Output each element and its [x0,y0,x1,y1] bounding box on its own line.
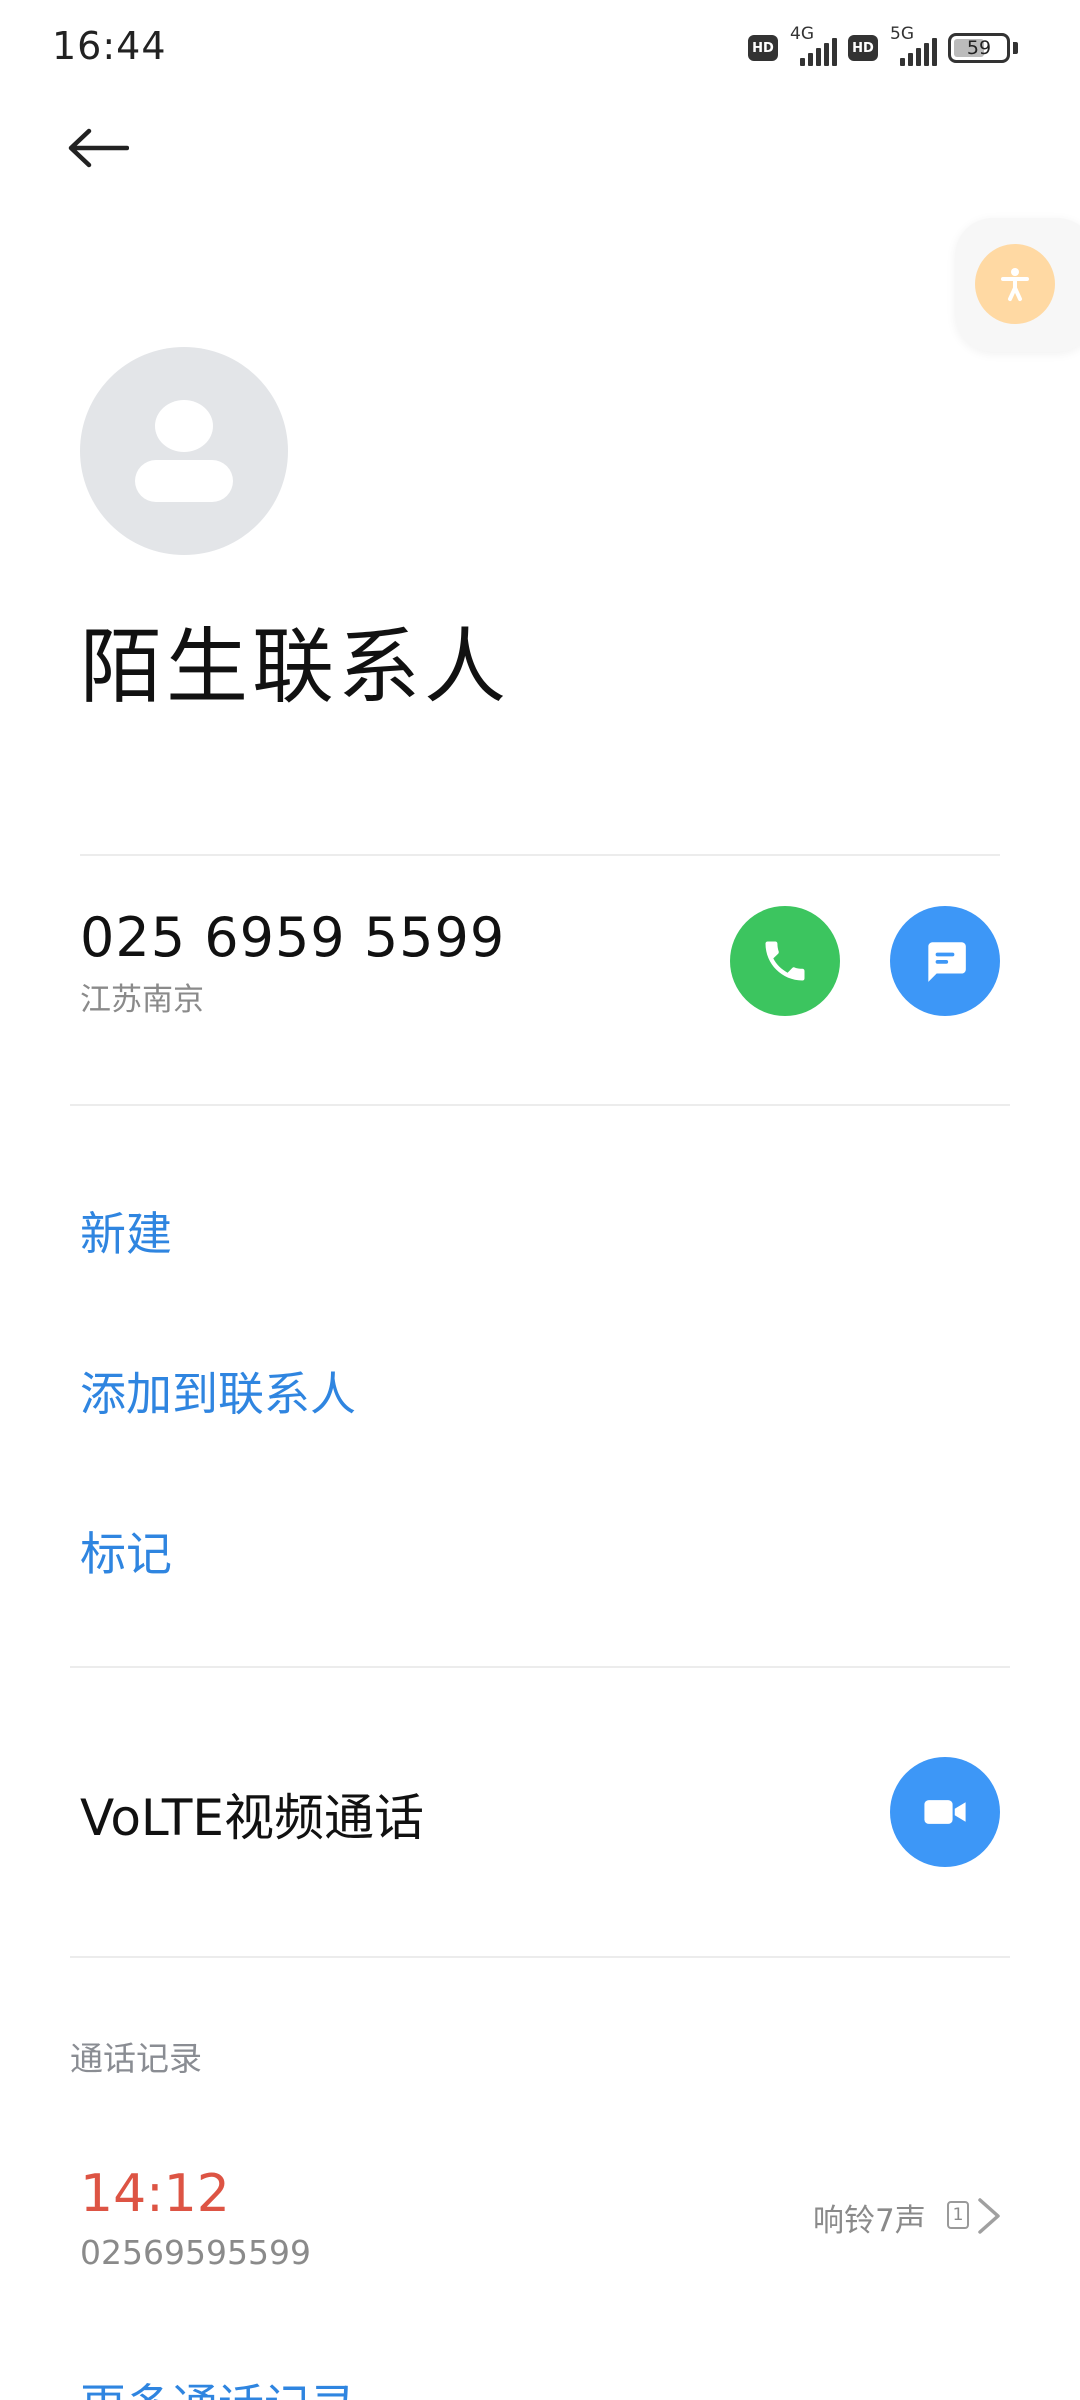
signal-sim2-icon: 5G [890,24,937,68]
call-log-ring-detail: 响铃7声 [813,2203,926,2239]
battery-icon: 59 [948,33,1010,63]
person-icon [155,400,213,452]
volte-video-call-label: VoLTE视频通话 [80,1789,425,1847]
mark-button[interactable]: 标记 [80,1518,172,1584]
avatar [80,347,288,555]
call-log-section-title: 通话记录 [70,2039,202,2078]
call-log-time: 14:12 [80,2164,230,2224]
divider [70,1666,1010,1668]
contact-detail-screen: 16:44 HD 4G HD 5G 59 陌生联系人 025 6959 5599… [0,0,1080,2400]
phone-number: 025 6959 5599 [80,906,506,969]
battery-cap [1013,42,1018,54]
status-bar: 16:44 HD 4G HD 5G 59 [0,0,1080,100]
divider [70,1956,1010,1958]
arrow-left-icon [68,128,129,168]
call-button[interactable] [730,906,840,1016]
message-icon [928,942,966,982]
hd-badge-sim1: HD [748,35,778,61]
contact-name: 陌生联系人 [80,620,511,715]
phone-location: 江苏南京 [80,982,204,1018]
status-icons: HD 4G HD 5G 59 [748,24,1018,68]
divider [70,1104,1010,1106]
sim-badge: 1 [947,2201,969,2229]
divider [80,854,1000,856]
hd-badge-sim2: HD [848,35,878,61]
accessibility-float-button[interactable] [955,218,1080,352]
call-log-number: 02569595599 [80,2233,311,2272]
message-button[interactable] [890,906,1000,1016]
chevron-right-icon [978,2198,1000,2234]
more-call-records-link[interactable]: 更多通话记录 [80,2370,356,2400]
new-contact-button[interactable]: 新建 [80,1198,172,1264]
add-to-contacts-button[interactable]: 添加到联系人 [80,1358,356,1424]
accessibility-icon [975,244,1055,324]
person-icon-body [135,460,233,502]
phone-icon [765,941,805,981]
back-button[interactable] [62,112,134,184]
video-camera-icon [924,1800,966,1824]
signal-sim1-icon: 4G [790,24,837,68]
battery-level: 59 [966,37,992,59]
status-time: 16:44 [52,24,167,68]
video-call-button[interactable] [890,1757,1000,1867]
